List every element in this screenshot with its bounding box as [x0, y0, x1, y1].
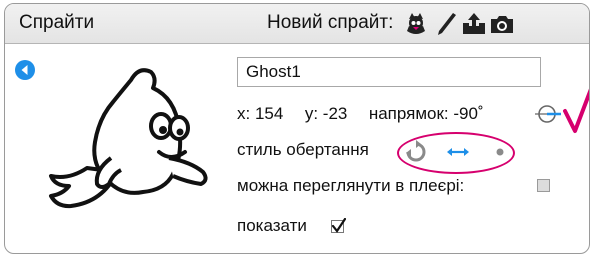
y-value: -23	[322, 104, 348, 123]
checkmark-annotation-icon	[561, 87, 589, 135]
left-right-icon[interactable]	[445, 139, 471, 165]
upload-icon[interactable]	[461, 11, 487, 37]
draggable-label: можна переглянути в плеєрі:	[237, 176, 465, 195]
show-label: показати	[237, 216, 307, 235]
camera-icon[interactable]	[489, 11, 515, 37]
rotate-icon[interactable]	[403, 139, 429, 165]
checkmark-icon	[331, 218, 346, 233]
y-label: y:	[304, 104, 319, 123]
position-row: x: 154 y: -23 напрямок: -90˚	[237, 104, 484, 124]
x-value: 154	[254, 104, 284, 123]
new-sprite-label: Новий спрайт:	[267, 12, 394, 33]
direction-label: напрямок:	[368, 104, 449, 123]
x-label: x:	[237, 104, 251, 123]
sprite-name-input[interactable]	[237, 57, 541, 87]
panel-header: Спрайти Новий спрайт:	[5, 4, 589, 44]
sprite-info-panel: Спрайти Новий спрайт: Ghost1 x: 154 y: -…	[4, 3, 590, 254]
rotation-style-label: стиль обертання	[237, 140, 369, 159]
direction-value: -90˚	[453, 104, 484, 123]
show-checkbox[interactable]	[331, 218, 346, 233]
no-rotate-icon[interactable]	[487, 139, 513, 165]
direction-dial-icon[interactable]	[533, 100, 561, 128]
paint-brush-icon[interactable]	[433, 11, 459, 37]
draggable-checkbox[interactable]	[537, 179, 550, 192]
sprite-thumbnail	[43, 62, 243, 222]
back-arrow-icon[interactable]	[15, 60, 35, 80]
panel-title: Спрайти	[19, 12, 95, 33]
choose-sprite-icon[interactable]	[403, 11, 429, 37]
